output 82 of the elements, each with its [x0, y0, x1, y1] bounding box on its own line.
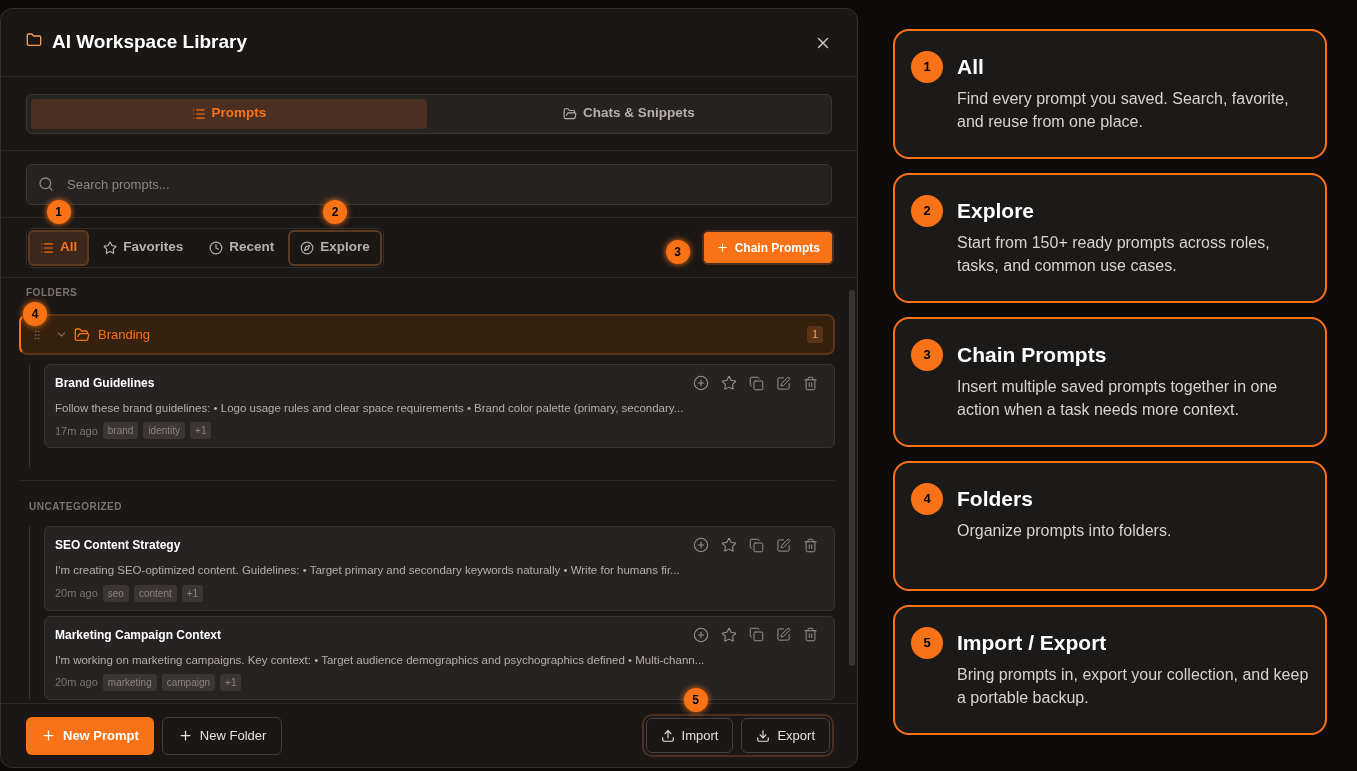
callout-text: Insert multiple saved prompts together in one action when a task needs more context. [957, 377, 1279, 420]
trash-icon[interactable] [803, 537, 818, 553]
download-icon [756, 728, 771, 743]
prompt-title: SEO Content Strategy [55, 537, 181, 555]
prompt-preview: I'm working on marketing campaigns. Key context: • Target audience demographics and psychographics defined • Multi-chann... [55, 652, 706, 668]
scrollbar[interactable] [849, 290, 855, 666]
tag: content [133, 584, 177, 602]
filter-tab[interactable]: Favorites [93, 231, 194, 264]
add-icon[interactable] [693, 626, 709, 643]
list-icon [40, 240, 54, 255]
star-icon [103, 240, 118, 255]
edit-icon[interactable] [776, 627, 791, 642]
callout-title: Folders [957, 486, 1033, 513]
tag: seo [102, 584, 129, 602]
filter-tab[interactable]: Explore [290, 231, 380, 264]
callout-title: Chain Prompts [957, 342, 1107, 369]
callout-title: Explore [957, 198, 1035, 225]
copy-icon[interactable] [749, 627, 764, 642]
callout-title: Import / Export [957, 630, 1107, 657]
trash-icon[interactable] [803, 627, 818, 642]
section-label: FOLDERS [26, 286, 79, 300]
tag: marketing [102, 673, 157, 691]
tag: +1 [220, 673, 242, 691]
tag: +1 [181, 584, 204, 602]
prompt-preview: Follow these brand guidelines: • Logo usage rules and clear space requirements • Brand color palette (primary, secondary... [55, 401, 685, 416]
upload-icon [660, 728, 675, 743]
copy-icon[interactable] [749, 375, 764, 391]
trash-icon[interactable] [803, 375, 818, 391]
filter-tab[interactable]: All [30, 231, 88, 264]
drag-handle-icon[interactable] [31, 328, 43, 341]
prompt-title: Brand Guidelines [55, 375, 155, 392]
folder-name: Branding [98, 325, 152, 344]
prompt-card[interactable]: Brand Guidelines Follow these brand guidelines: • Logo usage rules and clear space requirements • Brand color palette (primary, secondary... 17m ago brand identity +1 [44, 364, 835, 449]
folder-icon [74, 326, 90, 343]
star-icon[interactable] [721, 537, 737, 554]
section-label: UNCATEGORIZED [29, 500, 123, 515]
count-badge: 1 [806, 326, 823, 343]
window-title: AI Workspace Library [52, 30, 247, 55]
prompt-card[interactable]: SEO Content Strategy I'm creating SEO-optimized content. Guidelines: • Target primary and secondary keywords naturally • Write for humans fir... 20m ago seo content +1 [44, 526, 835, 611]
new-folder-button[interactable]: New Folder [161, 716, 283, 755]
compass-icon [300, 240, 315, 255]
star-icon[interactable] [721, 375, 737, 391]
step-number: 2 [911, 195, 943, 227]
callout-title: All [957, 54, 984, 81]
tag: brand [102, 422, 139, 440]
plus-icon [177, 728, 193, 743]
timestamp: 20m ago [55, 585, 98, 601]
tag: +1 [190, 422, 212, 440]
step-number: 4 [911, 483, 943, 515]
timestamp: 20m ago [55, 675, 98, 690]
prompt-title: Marketing Campaign Context [55, 626, 222, 644]
callout-text: Start from 150+ ready prompts across roles, tasks, and common use cases. [957, 233, 1271, 276]
folder-icon [26, 31, 42, 48]
step-marker: 3 [665, 240, 690, 264]
edit-icon[interactable] [776, 375, 791, 391]
step-number: 5 [911, 627, 943, 659]
timestamp: 17m ago [55, 423, 98, 439]
search-field[interactable]: Search prompts... [26, 163, 832, 205]
tag: campaign [161, 673, 216, 691]
step-number: 3 [911, 339, 943, 371]
callout-text: Bring prompts in, export your collection, and keep a portable backup. [957, 665, 1309, 708]
list-icon [191, 106, 206, 121]
step-marker: 4 [23, 302, 47, 326]
callout-text: Find every prompt you saved. Search, favorite, and reuse from one place. [957, 89, 1290, 132]
export-button[interactable]: Export [741, 718, 830, 753]
plus-icon [715, 241, 729, 254]
star-icon[interactable] [721, 626, 737, 643]
tab[interactable]: Chats & Snippets [431, 98, 827, 129]
tag: identity [143, 422, 186, 440]
tab[interactable]: Prompts [31, 98, 427, 129]
clock-icon [209, 240, 224, 255]
add-icon[interactable] [693, 375, 709, 391]
edit-icon[interactable] [776, 537, 791, 553]
copy-icon[interactable] [749, 537, 764, 553]
callout-text: Organize prompts into folders. [957, 521, 1173, 541]
plus-icon [41, 728, 56, 743]
prompt-preview: I'm creating SEO-optimized content. Guidelines: • Target primary and secondary keywords naturally • Write for humans fir... [55, 563, 681, 579]
add-icon[interactable] [693, 537, 709, 554]
import-button[interactable]: Import [645, 718, 734, 753]
folder-icon [563, 106, 578, 121]
filter-tab[interactable]: Recent [199, 231, 285, 264]
step-number: 1 [911, 51, 943, 83]
